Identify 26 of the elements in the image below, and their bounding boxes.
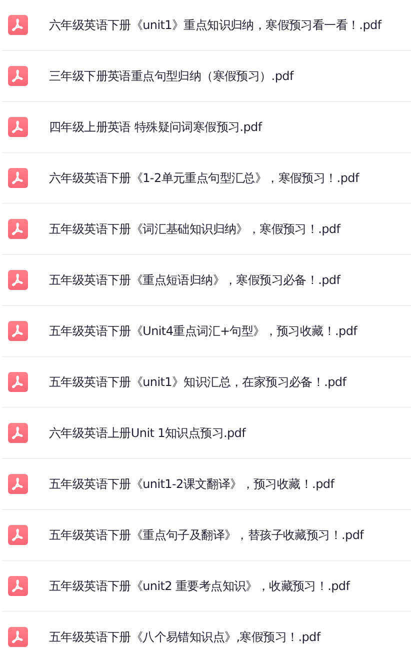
file-name-link[interactable]: 五年级英语下册《八个易错知识点》,寒假预习！.pdf xyxy=(49,628,320,646)
pdf-file-icon xyxy=(8,372,28,392)
pdf-file-icon xyxy=(8,117,28,137)
file-name-link[interactable]: 五年级英语下册《重点句子及翻译》，替孩子收藏预习！.pdf xyxy=(49,526,364,544)
file-name-link[interactable]: 五年级英语下册《Unit4重点词汇+句型》，预习收藏！.pdf xyxy=(49,322,358,340)
pdf-file-icon xyxy=(8,627,28,647)
pdf-file-icon xyxy=(8,525,28,545)
pdf-file-icon xyxy=(8,66,28,86)
file-name-link[interactable]: 三年级下册英语重点句型归纳（寒假预习）.pdf xyxy=(49,67,294,85)
pdf-file-icon xyxy=(8,15,28,35)
file-name-link[interactable]: 六年级英语上册Unit 1知识点预习.pdf xyxy=(49,424,246,442)
file-name-link[interactable]: 五年级英语下册《unit1》知识汇总，在家预习必备！.pdf xyxy=(49,373,346,391)
pdf-file-icon xyxy=(8,270,28,290)
file-name-link[interactable]: 五年级英语下册《词汇基础知识归纳》，寒假预习！.pdf xyxy=(49,220,340,238)
pdf-file-icon xyxy=(8,474,28,494)
pdf-file-icon xyxy=(8,576,28,596)
file-name-link[interactable]: 六年级英语下册《1-2单元重点句型汇总》，寒假预习！.pdf xyxy=(49,169,359,187)
file-name-link[interactable]: 五年级英语下册《unit1-2课文翻译》，预习收藏！.pdf xyxy=(49,475,334,493)
file-name-link[interactable]: 五年级英语下册《重点短语归纳》，寒假预习必备！.pdf xyxy=(49,271,340,289)
pdf-file-icon xyxy=(8,423,28,443)
file-name-link[interactable]: 五年级英语下册《unit2 重要考点知识》，收藏预习！.pdf xyxy=(49,577,350,595)
pdf-file-icon xyxy=(8,168,28,188)
file-name-link[interactable]: 六年级英语下册《unit1》重点知识归纳，寒假预习看一看！.pdf xyxy=(49,16,382,34)
file-name-link[interactable]: 四年级上册英语 特殊疑问词寒假预习.pdf xyxy=(49,118,262,136)
pdf-file-icon xyxy=(8,219,28,239)
pdf-file-icon xyxy=(8,321,28,341)
